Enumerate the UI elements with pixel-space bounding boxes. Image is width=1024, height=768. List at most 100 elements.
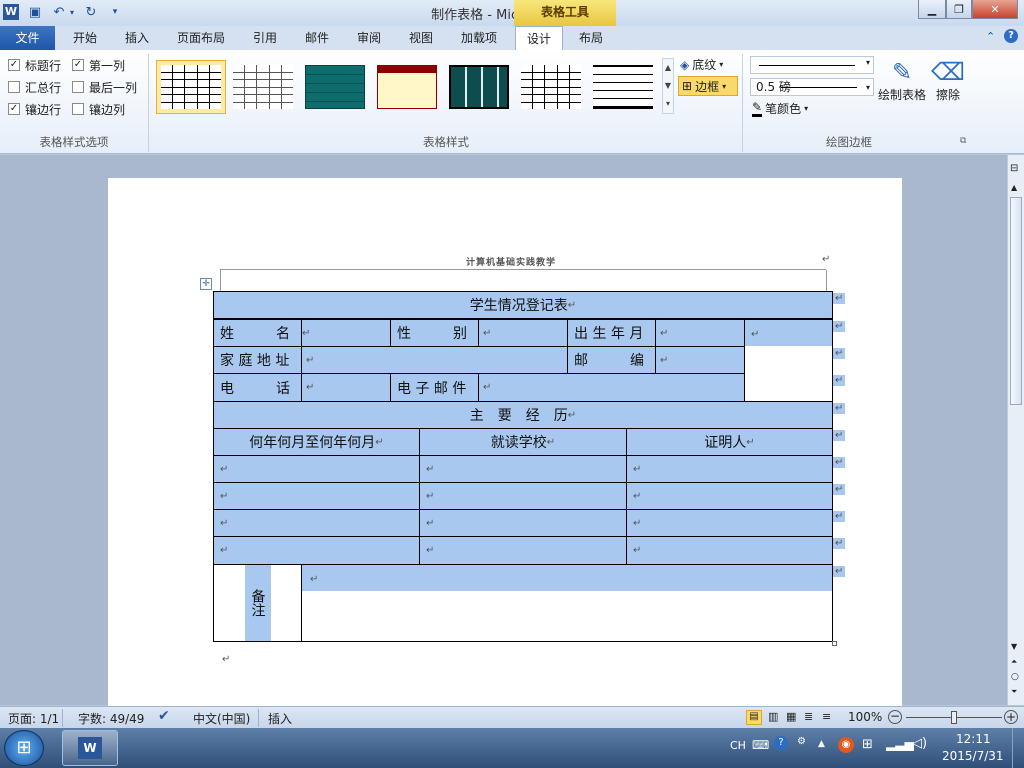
close-button[interactable]: ✕: [972, 0, 1018, 19]
photo-cell[interactable]: ↵: [744, 319, 833, 402]
address-label-cell[interactable]: 家 庭 地 址: [213, 346, 302, 374]
tab-mailings[interactable]: 邮件: [294, 26, 340, 50]
taskbar-word-button[interactable]: W: [62, 730, 118, 766]
browse-object-icon[interactable]: ○: [1011, 672, 1019, 682]
col-header-period[interactable]: 何年何月至何年何月 ↵: [213, 428, 420, 456]
header-row-checkbox[interactable]: ✓ 标题行: [8, 56, 61, 74]
table-cell[interactable]: ↵: [419, 509, 627, 537]
remarks-label-cell[interactable]: 备注: [213, 564, 302, 642]
table-cell[interactable]: ↵: [626, 482, 833, 510]
gallery-scroll[interactable]: ▲ ▼ ▾: [662, 58, 674, 114]
zoom-out-icon[interactable]: −: [888, 710, 902, 724]
maximize-button[interactable]: ❐: [946, 0, 972, 19]
tab-layout[interactable]: 布局: [568, 26, 614, 50]
windows-flag-icon[interactable]: ⊞: [862, 737, 873, 752]
tab-view[interactable]: 视图: [398, 26, 444, 50]
scroll-up-icon[interactable]: ▲: [1011, 183, 1017, 192]
experience-heading-cell[interactable]: 主 要 经 历 ↵: [213, 401, 833, 429]
tab-home[interactable]: 开始: [62, 26, 108, 50]
pen-color-button[interactable]: ✎ 笔颜色 ▾: [752, 100, 808, 117]
table-resize-handle[interactable]: [832, 641, 837, 646]
birth-value-cell[interactable]: ↵: [655, 319, 745, 347]
last-column-checkbox[interactable]: 最后一列: [72, 78, 137, 96]
tab-file[interactable]: 文件: [0, 26, 55, 50]
banded-rows-checkbox[interactable]: ✓ 镶边行: [8, 100, 61, 118]
word-count[interactable]: 字数: 49/49: [78, 710, 144, 727]
outline-icon[interactable]: ≣: [804, 710, 813, 723]
next-page-icon[interactable]: ⏷: [1011, 687, 1017, 697]
banded-columns-checkbox[interactable]: 镶边列: [72, 100, 125, 118]
phone-value-cell[interactable]: ↵: [301, 373, 391, 402]
col-header-witness[interactable]: 证明人 ↵: [626, 428, 833, 456]
tab-design[interactable]: 设计: [515, 26, 563, 50]
borders-button[interactable]: ⊞ 边框 ▾: [678, 76, 738, 96]
table-style-lines[interactable]: [588, 60, 658, 114]
remarks-value-cell[interactable]: ↵: [301, 564, 833, 642]
table-cell[interactable]: ↵: [213, 536, 420, 565]
language[interactable]: 中文(中国): [193, 710, 250, 727]
gender-label-cell[interactable]: 性 别: [390, 319, 479, 347]
tab-references[interactable]: 引用: [242, 26, 288, 50]
pen-style-select[interactable]: ▾: [750, 56, 874, 74]
phone-label-cell[interactable]: 电 话: [213, 373, 302, 402]
email-value-cell[interactable]: ↵: [478, 373, 745, 402]
table-style-teal[interactable]: [300, 60, 370, 114]
table-style-grid-bold[interactable]: [516, 60, 586, 114]
volume-icon[interactable]: ◁): [912, 736, 927, 751]
table-style-grid-light[interactable]: [228, 60, 298, 114]
table-title-cell[interactable]: 学生情况登记表 ↵: [213, 291, 833, 319]
table-style-grid-plain[interactable]: [156, 60, 226, 114]
minimize-button[interactable]: ▁: [918, 0, 946, 19]
pen-weight-select[interactable]: 0.5 磅 ▾: [750, 78, 874, 96]
minimize-ribbon-icon[interactable]: ⌃: [986, 30, 995, 43]
vertical-scrollbar[interactable]: ⊟ ▲ ▼ ⏶ ○ ⏷: [1007, 155, 1024, 705]
scroll-down-icon[interactable]: ▼: [1011, 642, 1017, 651]
birth-label-cell[interactable]: 出 生 年 月: [567, 319, 656, 347]
table-cell[interactable]: ↵: [419, 455, 627, 483]
scroll-thumb[interactable]: [1010, 197, 1022, 405]
proofing-icon[interactable]: ✔: [158, 708, 170, 724]
input-language[interactable]: CH: [730, 739, 746, 752]
postcode-label-cell[interactable]: 邮 编: [567, 346, 656, 374]
table-style-cream[interactable]: [372, 60, 442, 114]
show-desktop-button[interactable]: [1012, 728, 1024, 768]
security-icon[interactable]: ◉: [838, 737, 854, 753]
table-cell[interactable]: ↵: [626, 455, 833, 483]
previous-page-icon[interactable]: ⏶: [1011, 657, 1017, 667]
ruler-toggle-icon[interactable]: ⊟: [1010, 163, 1018, 174]
table-cell[interactable]: ↵: [626, 536, 833, 565]
reading-layout-icon[interactable]: ▥: [768, 710, 778, 723]
zoom-level[interactable]: 100%: [848, 710, 882, 724]
gender-value-cell[interactable]: ↵: [478, 319, 568, 347]
start-button[interactable]: ⊞: [4, 730, 44, 766]
clock-time[interactable]: 12:11: [956, 732, 991, 746]
keyboard-icon[interactable]: ⌨: [752, 738, 769, 752]
tab-review[interactable]: 审阅: [346, 26, 392, 50]
shading-button[interactable]: ◈ 底纹 ▾: [680, 56, 723, 73]
eraser-button[interactable]: ⌫ 擦除: [930, 58, 966, 103]
tab-page-layout[interactable]: 页面布局: [170, 26, 232, 50]
insert-mode[interactable]: 插入: [268, 710, 292, 727]
dialog-launcher-icon[interactable]: ⧉: [960, 136, 966, 146]
address-value-cell[interactable]: ↵: [301, 346, 568, 374]
table-cell[interactable]: ↵: [419, 536, 627, 565]
table-style-dark-teal[interactable]: [444, 60, 514, 114]
page-count[interactable]: 页面: 1/1: [8, 710, 59, 727]
col-header-school[interactable]: 就读学校 ↵: [419, 428, 627, 456]
total-row-checkbox[interactable]: 汇总行: [8, 78, 61, 96]
first-column-checkbox[interactable]: ✓ 第一列: [72, 56, 125, 74]
tab-insert[interactable]: 插入: [114, 26, 160, 50]
table-move-handle-icon[interactable]: ✛: [200, 278, 212, 290]
email-label-cell[interactable]: 电 子 邮 件: [390, 373, 479, 402]
name-value-cell[interactable]: ↵: [301, 319, 391, 347]
table-cell[interactable]: ↵: [213, 509, 420, 537]
web-layout-icon[interactable]: ▦: [786, 710, 796, 723]
print-layout-icon[interactable]: ▤: [746, 710, 762, 725]
show-hidden-icons[interactable]: ▲: [818, 739, 825, 749]
zoom-in-icon[interactable]: +: [1004, 710, 1018, 724]
tab-addins[interactable]: 加载项: [452, 26, 506, 50]
postcode-value-cell[interactable]: ↵: [655, 346, 745, 374]
zoom-slider-thumb[interactable]: [951, 711, 957, 724]
name-label-cell[interactable]: 姓 名: [213, 319, 302, 347]
help-icon[interactable]: ?: [1004, 29, 1018, 43]
